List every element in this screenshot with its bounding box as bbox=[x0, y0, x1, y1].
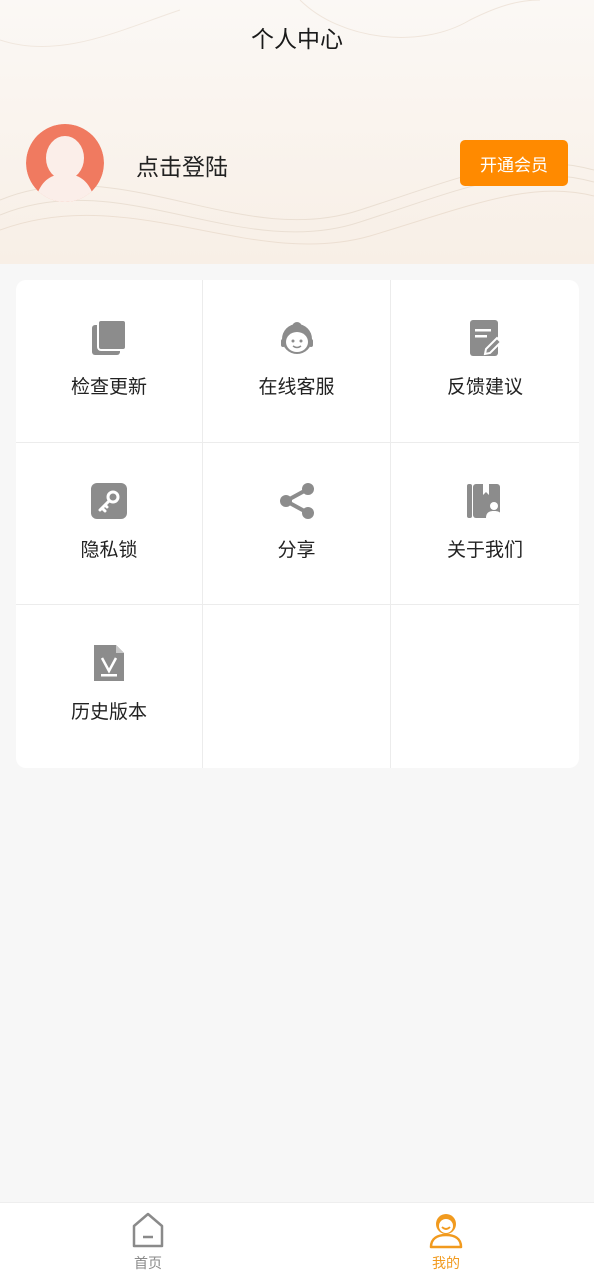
tab-home[interactable]: 首页 bbox=[88, 1203, 208, 1280]
bottom-tab-bar: 首页 我的 bbox=[0, 1202, 594, 1280]
page-title: 个人中心 bbox=[251, 27, 343, 53]
tab-mine-label: 我的 bbox=[432, 1256, 460, 1272]
menu-item-label: 反馈建议 bbox=[446, 376, 523, 398]
menu-item-online-service[interactable]: 在线客服 bbox=[203, 280, 391, 443]
tab-mine[interactable]: 我的 bbox=[386, 1203, 506, 1280]
feature-grid: 检查更新 在线客服 反馈建议 隐私锁 分享 关于我们 历史版本 bbox=[16, 280, 579, 768]
login-prompt[interactable]: 点击登陆 bbox=[136, 148, 228, 182]
default-avatar-icon bbox=[26, 124, 104, 202]
menu-item-about-us[interactable]: 关于我们 bbox=[391, 443, 579, 605]
home-icon bbox=[132, 1212, 164, 1248]
menu-item-label: 关于我们 bbox=[446, 539, 523, 561]
menu-item-label: 历史版本 bbox=[70, 701, 147, 723]
avatar[interactable] bbox=[26, 124, 104, 202]
menu-item-label: 检查更新 bbox=[70, 376, 147, 398]
menu-item-label: 隐私锁 bbox=[80, 539, 138, 561]
menu-item-label: 在线客服 bbox=[258, 376, 335, 398]
menu-empty-cell bbox=[203, 605, 391, 768]
copy-stack-icon bbox=[92, 319, 127, 355]
menu-item-feedback[interactable]: 反馈建议 bbox=[391, 280, 579, 443]
menu-item-privacy-lock[interactable]: 隐私锁 bbox=[16, 443, 203, 605]
menu-item-label: 分享 bbox=[277, 539, 316, 561]
menu-empty-cell bbox=[391, 605, 579, 768]
tab-home-label: 首页 bbox=[134, 1256, 162, 1272]
menu-item-history-version[interactable]: 历史版本 bbox=[16, 605, 203, 768]
menu-item-share[interactable]: 分享 bbox=[203, 443, 391, 605]
about-book-icon bbox=[467, 484, 502, 518]
customer-service-icon bbox=[280, 322, 313, 354]
feedback-edit-icon bbox=[470, 320, 503, 356]
share-icon bbox=[279, 483, 314, 519]
open-vip-button[interactable]: 开通会员 bbox=[460, 140, 568, 186]
menu-item-check-update[interactable]: 检查更新 bbox=[16, 280, 203, 443]
profile-header: 个人中心 点击登陆 开通会员 bbox=[0, 0, 594, 264]
version-file-icon bbox=[94, 645, 124, 681]
user-profile-icon bbox=[429, 1214, 463, 1249]
key-lock-icon bbox=[91, 483, 127, 519]
